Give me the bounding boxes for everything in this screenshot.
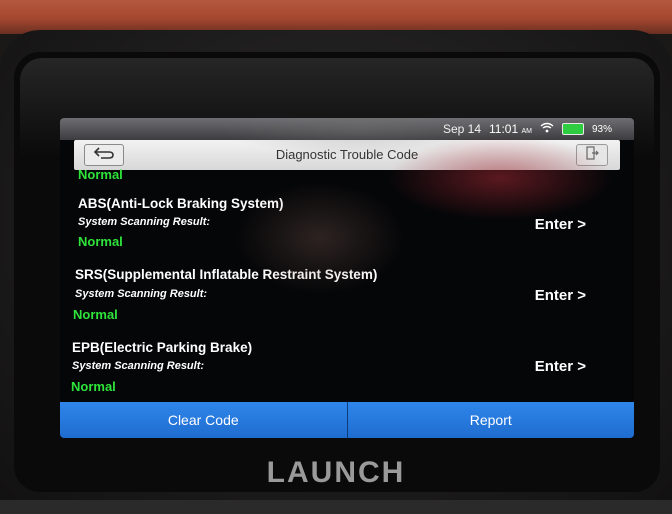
action-footer: Clear Code Report	[60, 402, 634, 438]
system-scan-result: Normal	[71, 379, 116, 394]
exit-icon	[585, 145, 599, 165]
system-scan-label: System Scanning Result:	[75, 288, 208, 300]
system-scan-result: Normal	[78, 234, 123, 249]
status-time: 11:01 AM	[489, 122, 532, 136]
system-item-srs: SRS(Supplemental Inflatable Restraint Sy…	[60, 260, 634, 330]
enter-button[interactable]: Enter >	[535, 216, 586, 233]
battery-icon	[561, 123, 584, 135]
title-bar: Diagnostic Trouble Code	[74, 140, 620, 170]
system-item-epb: EPB(Electric Parking Brake) System Scann…	[60, 333, 634, 403]
bottom-surface	[0, 500, 672, 514]
system-name: ABS(Anti-Lock Braking System)	[78, 196, 284, 211]
clear-code-button[interactable]: Clear Code	[60, 402, 347, 438]
enter-button[interactable]: Enter >	[535, 287, 586, 304]
system-list: Normal ABS(Anti-Lock Braking System) Sys…	[60, 167, 634, 403]
previous-system-result: Normal	[78, 167, 123, 182]
status-time-value: 11:01	[489, 122, 519, 136]
report-button[interactable]: Report	[347, 402, 634, 438]
page-title: Diagnostic Trouble Code	[275, 147, 419, 162]
device-screen: Sep 14 11:01 AM 93% Diagnostic Trouble C…	[60, 118, 634, 438]
system-item-abs: ABS(Anti-Lock Braking System) System Sca…	[60, 190, 634, 260]
brand-logo: LAUNCH	[266, 456, 406, 489]
system-name: SRS(Supplemental Inflatable Restraint Sy…	[75, 267, 378, 282]
system-scan-label: System Scanning Result:	[72, 360, 205, 372]
status-date: Sep 14	[442, 122, 481, 136]
exit-button[interactable]	[576, 144, 608, 166]
status-time-ampm: AM	[521, 128, 532, 135]
system-scan-label: System Scanning Result:	[78, 216, 211, 228]
enter-button[interactable]: Enter >	[535, 358, 586, 375]
system-scan-result: Normal	[73, 307, 118, 322]
background-surface	[0, 0, 672, 34]
wifi-icon	[540, 122, 554, 136]
system-name: EPB(Electric Parking Brake)	[72, 340, 253, 355]
battery-percentage: 93%	[591, 123, 612, 135]
status-bar: Sep 14 11:01 AM 93%	[60, 118, 634, 140]
